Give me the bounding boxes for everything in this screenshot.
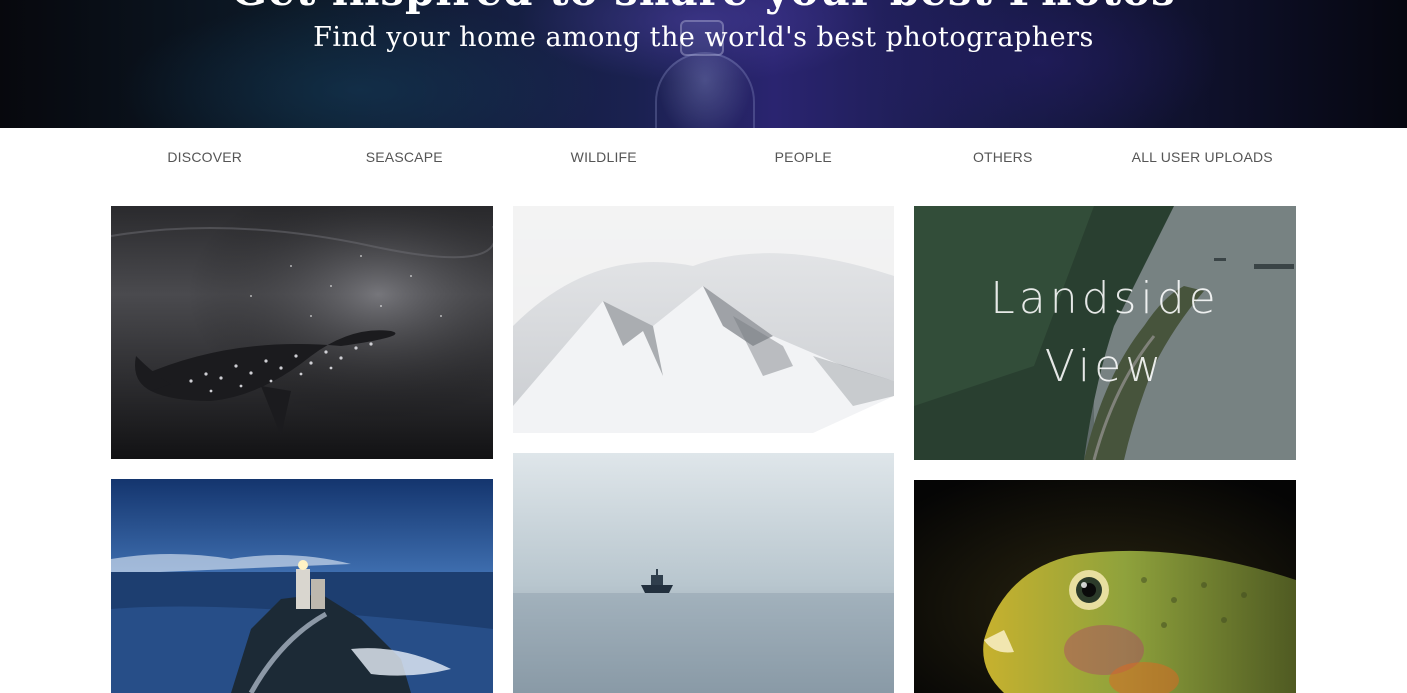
nav-item-all-user-uploads[interactable]: ALL USER UPLOADS xyxy=(1103,128,1303,186)
nav-item-others[interactable]: OTHERS xyxy=(903,128,1103,186)
boat-in-fog-image xyxy=(513,453,894,693)
photo-snowy-mountains[interactable] xyxy=(513,206,894,433)
hero-title: Get inspired to share your best Photos xyxy=(0,0,1407,12)
whale-shark-image xyxy=(111,206,493,459)
landside-overlay-line2: View xyxy=(1044,341,1166,392)
lighthouse-image xyxy=(111,479,493,693)
nav-item-seascape[interactable]: SEASCAPE xyxy=(305,128,505,186)
nav-item-discover[interactable]: DISCOVER xyxy=(105,128,305,186)
category-nav: DISCOVER SEASCAPE WILDLIFE PEOPLE OTHERS… xyxy=(105,128,1302,186)
photo-fish[interactable] xyxy=(914,480,1296,693)
hero-subtitle: Find your home among the world's best ph… xyxy=(313,22,1094,53)
snowy-mountains-image xyxy=(513,206,894,433)
photo-landside-view[interactable]: Landside View xyxy=(914,206,1296,460)
nav-item-wildlife[interactable]: WILDLIFE xyxy=(504,128,704,186)
landside-overlay: Landside View xyxy=(914,206,1296,460)
hero-banner: Get inspired to share your best Photos F… xyxy=(0,0,1407,128)
photo-whale-shark[interactable] xyxy=(111,206,493,459)
photo-boat-in-fog[interactable] xyxy=(513,453,894,693)
landside-overlay-line1: Landside xyxy=(990,273,1220,324)
photo-lighthouse[interactable] xyxy=(111,479,493,693)
hero-bottle-decoration xyxy=(655,52,755,128)
nav-item-people[interactable]: PEOPLE xyxy=(704,128,904,186)
fish-image xyxy=(914,480,1296,693)
